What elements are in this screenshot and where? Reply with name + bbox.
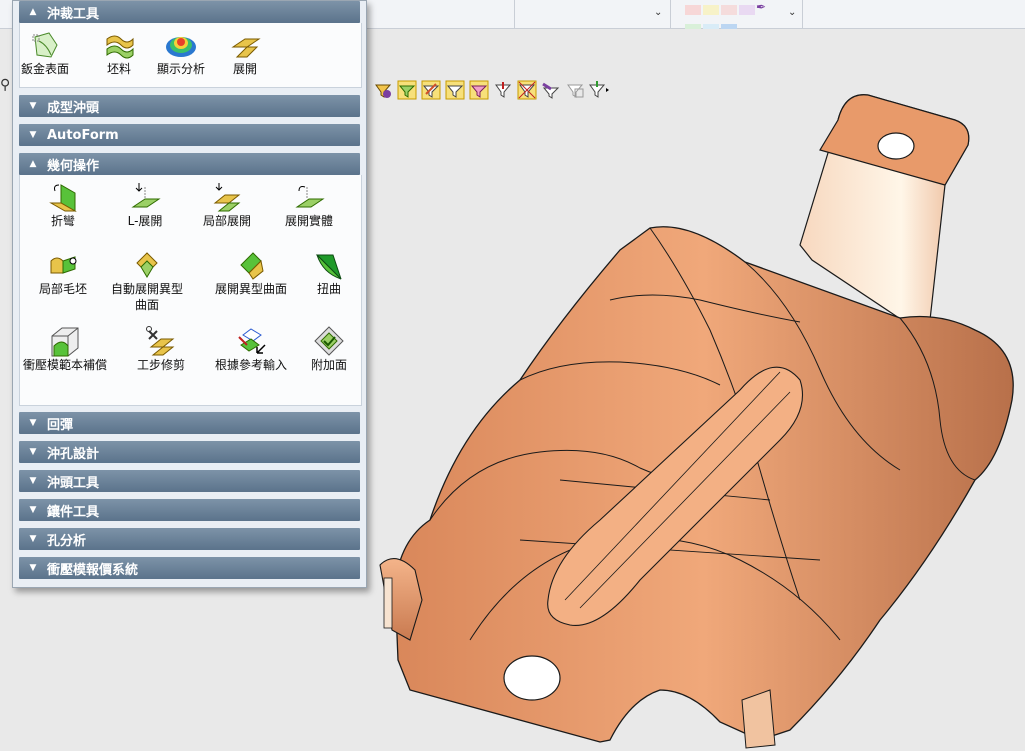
section-label: AutoForm: [47, 127, 119, 143]
auto-unfold-surface-icon: [136, 252, 158, 278]
filter-body-icon[interactable]: [468, 79, 490, 101]
tool-partial-blank[interactable]: 局部毛坯: [22, 249, 104, 297]
tool-label: 衝壓模範本補償: [22, 358, 107, 372]
expand-arrow-icon: ▼: [29, 476, 37, 486]
section-die-quotation[interactable]: ▼ 衝壓模報價系統: [19, 557, 360, 579]
filter-edge-icon[interactable]: [420, 79, 442, 101]
expand-arrow-icon: ▼: [29, 534, 37, 544]
section-label: 回彈: [47, 417, 74, 433]
section-label: 鑲件工具: [47, 504, 100, 520]
tool-bend[interactable]: 折彎: [22, 181, 104, 229]
blanking-tools-body: 鈑金表面 坯料 顯示分析 展開: [19, 23, 362, 88]
tool-label: 展開異型曲面: [214, 282, 287, 296]
collapse-arrow-icon: ▲: [29, 7, 37, 17]
sheet-surface-icon: [32, 32, 58, 58]
geometry-ops-body: 折彎 L-展開 局部展開 展開實體 局部毛坯 自動展開異型曲面 展開異型曲面 扭…: [19, 175, 362, 406]
expand-arrow-icon: ▼: [29, 418, 37, 428]
section-autoform[interactable]: ▼ AutoForm: [19, 124, 360, 146]
section-label: 沖孔設計: [47, 446, 100, 462]
blank-icon: [106, 35, 134, 59]
section-insert-tools[interactable]: ▼ 鑲件工具: [19, 499, 360, 521]
ribbon-separator: [670, 0, 671, 28]
expand-arrow-icon: ▼: [29, 447, 37, 457]
add-face-icon: [314, 326, 344, 356]
section-pierce-design[interactable]: ▼ 沖孔設計: [19, 441, 360, 463]
ribbon-expand-icon[interactable]: ⌄: [654, 7, 662, 18]
l-unfold-icon: [131, 183, 161, 208]
step-trim-icon: [146, 326, 175, 356]
collapse-arrow-icon: ▲: [29, 159, 37, 169]
tool-label: 附加面: [310, 358, 347, 372]
unfold-solid-icon: [295, 186, 325, 208]
expand-arrow-icon: ▼: [29, 130, 37, 140]
tool-die-compensation[interactable]: 衝壓模範本補償: [22, 325, 108, 373]
filter-assembly-icon[interactable]: [564, 79, 586, 101]
tool-twist[interactable]: 扭曲: [294, 249, 364, 297]
tool-label: 展開實體: [284, 214, 333, 228]
expand-arrow-icon: ▼: [29, 101, 37, 111]
expand-arrow-icon: ▼: [29, 563, 37, 573]
paint-icon[interactable]: ✒: [756, 0, 766, 14]
reference-input-icon: [238, 328, 266, 354]
tool-partial-unfold[interactable]: 局部展開: [186, 181, 268, 229]
display-analysis-icon: [166, 37, 196, 57]
tool-unfold[interactable]: 展開: [200, 29, 290, 77]
filter-point-icon[interactable]: [516, 79, 538, 101]
tool-label: 局部毛坯: [38, 282, 87, 296]
tool-label: 折彎: [50, 214, 75, 228]
tool-label: 展開: [232, 62, 257, 76]
twist-icon: [315, 254, 342, 280]
feature-mini-toolbar: [372, 77, 612, 103]
section-label: 衝壓模報價系統: [47, 562, 139, 578]
section-label: 沖頭工具: [47, 475, 100, 491]
filter-feature-icon[interactable]: [540, 79, 562, 101]
tool-step-trim[interactable]: 工步修剪: [120, 325, 202, 373]
tool-reference-input[interactable]: 根據參考輸入: [208, 325, 294, 373]
partial-unfold-icon: [213, 183, 241, 212]
filter-face-icon[interactable]: [396, 79, 418, 101]
section-hole-analysis[interactable]: ▼ 孔分析: [19, 528, 360, 550]
filter-vertex-icon[interactable]: [444, 79, 466, 101]
ribbon-separator: [802, 0, 803, 28]
filter-more-icon[interactable]: [588, 79, 610, 101]
die-compensation-icon: [51, 327, 79, 357]
section-label: 孔分析: [47, 533, 87, 549]
filter-curve-icon[interactable]: [492, 79, 514, 101]
tool-add-face[interactable]: 附加面: [296, 325, 362, 373]
section-blanking-tools[interactable]: ▲ 沖裁工具: [19, 1, 360, 23]
tool-l-unfold[interactable]: L-展開: [104, 181, 186, 229]
tool-label: 自動展開異型曲面: [110, 282, 183, 312]
ribbon-expand-icon[interactable]: ⌄: [788, 7, 796, 18]
tool-label: 根據參考輸入: [214, 358, 287, 372]
section-label: 幾何操作: [47, 158, 100, 174]
partial-blank-icon: [50, 256, 77, 274]
die-design-panel: ▲ 沖裁工具 鈑金表面 坯料 顯示分析 展開 ▼ 成型沖頭 ▼ AutoForm ▲ 幾…: [12, 0, 367, 588]
tool-label: 工步修剪: [136, 358, 185, 372]
unfold-icon: [231, 38, 261, 58]
filter-select-icon[interactable]: [372, 79, 394, 101]
bend-icon: [49, 184, 77, 212]
section-springback[interactable]: ▼ 回彈: [19, 412, 360, 434]
section-label: 成型沖頭: [47, 100, 100, 116]
section-label: 沖裁工具: [47, 6, 100, 22]
ribbon-separator: [514, 0, 515, 28]
section-forming-punch[interactable]: ▼ 成型沖頭: [19, 95, 360, 117]
tool-label: L-展開: [127, 214, 163, 228]
section-punch-tools[interactable]: ▼ 沖頭工具: [19, 470, 360, 492]
tool-label: 局部展開: [202, 214, 251, 228]
tool-label: 扭曲: [316, 282, 341, 296]
color-swatch-gallery[interactable]: [684, 0, 756, 34]
tool-auto-unfold-surface[interactable]: 自動展開異型曲面: [104, 249, 190, 313]
expand-arrow-icon: ▼: [29, 505, 37, 515]
section-geometry-ops[interactable]: ▲ 幾何操作: [19, 153, 360, 175]
toolbar-overflow-icon[interactable]: ⚲: [0, 77, 12, 103]
tool-unfold-surface[interactable]: 展開異型曲面: [208, 249, 294, 297]
tool-unfold-solid[interactable]: 展開實體: [268, 181, 350, 229]
unfold-surface-icon: [240, 252, 264, 280]
